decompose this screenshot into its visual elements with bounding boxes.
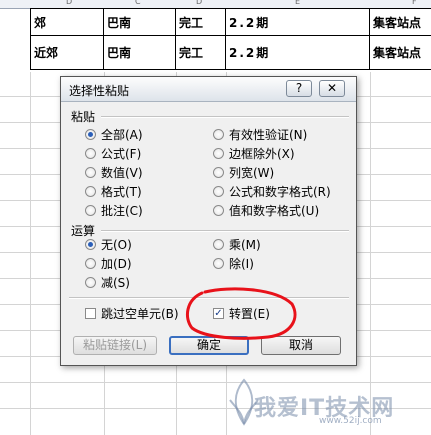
cell-r2-district[interactable]: 近郊 <box>30 36 104 70</box>
radio-paste-formats[interactable]: 格式(T) <box>85 183 142 199</box>
column-letter: E <box>295 0 301 6</box>
column-letter: C <box>135 0 141 6</box>
radio-icon <box>85 276 96 288</box>
radio-label: 减(S) <box>101 275 130 290</box>
radio-label: 值和数字格式(U) <box>229 203 320 218</box>
skip-blanks-checkbox[interactable]: 跳过空单元(B) <box>85 305 179 321</box>
radio-label: 全部(A) <box>101 127 143 142</box>
dialog-title: 选择性粘贴 <box>69 84 130 98</box>
gridline <box>0 382 431 383</box>
radio-icon <box>85 166 96 178</box>
column-letter: D <box>66 0 73 6</box>
radio-label: 数值(V) <box>101 165 143 180</box>
radio-label: 公式(F) <box>101 146 142 161</box>
radio-op-none[interactable]: 无(O) <box>85 236 132 252</box>
radio-paste-values-numbers[interactable]: 值和数字格式(U) <box>213 202 319 218</box>
radio-icon <box>85 204 96 216</box>
cell-r2-type[interactable]: 集客站点 <box>370 36 431 70</box>
radio-icon <box>213 166 224 178</box>
radio-paste-formulas-numbers[interactable]: 公式和数字格式(R) <box>213 183 331 199</box>
radio-paste-except-borders[interactable]: 边框除外(X) <box>213 145 295 161</box>
radio-label: 公式和数字格式(R) <box>229 184 331 199</box>
gridline <box>30 72 31 435</box>
divider <box>101 116 349 118</box>
paste-special-dialog: 选择性粘贴 ? ✕ 粘贴 全部(A) 公式(F) 数值(V) 格式(T) 批注(… <box>60 76 357 366</box>
radio-label: 列宽(W) <box>229 165 275 180</box>
cell-r1-type[interactable]: 集客站点 <box>370 8 431 36</box>
radio-label: 批注(C) <box>101 203 143 218</box>
gridline <box>0 408 431 409</box>
radio-op-multiply[interactable]: 乘(M) <box>213 236 261 252</box>
radio-icon <box>85 147 96 159</box>
cell-r1-area[interactable]: 巴南 <box>104 8 176 36</box>
column-letter: D <box>196 0 203 6</box>
checkbox-icon <box>85 307 96 319</box>
radio-label: 有效性验证(N) <box>229 127 308 142</box>
radio-icon <box>213 185 224 197</box>
checkbox-label: 转置(E) <box>229 306 270 321</box>
paste-group-label: 粘贴 <box>71 110 96 124</box>
radio-op-divide[interactable]: 除(I) <box>213 255 254 271</box>
radio-label: 格式(T) <box>101 184 142 199</box>
help-button[interactable]: ? <box>286 80 312 97</box>
checkbox-label: 跳过空单元(B) <box>101 306 179 321</box>
radio-paste-comments[interactable]: 批注(C) <box>85 202 143 218</box>
checkmark-icon: ✓ <box>213 307 224 319</box>
radio-label: 除(I) <box>229 256 254 271</box>
radio-paste-all[interactable]: 全部(A) <box>85 126 143 142</box>
close-button[interactable]: ✕ <box>319 80 345 97</box>
dialog-titlebar[interactable]: 选择性粘贴 ? ✕ <box>61 77 356 102</box>
cell-r2-phase[interactable]: 2.2期 <box>226 36 370 70</box>
radio-paste-validation[interactable]: 有效性验证(N) <box>213 126 307 142</box>
radio-icon <box>213 147 224 159</box>
radio-op-add[interactable]: 加(D) <box>85 255 132 271</box>
ok-button[interactable]: 确定 <box>169 336 249 355</box>
cell-r1-district[interactable]: 郊 <box>30 8 104 36</box>
cell-r2-area[interactable]: 巴南 <box>104 36 176 70</box>
radio-label: 无(O) <box>101 237 132 252</box>
gridline <box>370 72 371 435</box>
radio-icon <box>213 204 224 216</box>
radio-icon <box>213 257 224 269</box>
radio-label: 加(D) <box>101 256 132 271</box>
column-letter: F <box>412 0 417 6</box>
cell-r2-status[interactable]: 完工 <box>176 36 226 70</box>
radio-label: 乘(M) <box>229 237 261 252</box>
cell-r1-status[interactable]: 完工 <box>176 8 226 36</box>
radio-label: 边框除外(X) <box>229 146 295 161</box>
radio-selected-icon <box>85 238 96 250</box>
divider <box>69 297 349 299</box>
cancel-button[interactable]: 取消 <box>261 336 341 355</box>
close-icon: ✕ <box>326 81 338 95</box>
radio-op-subtract[interactable]: 减(S) <box>85 274 130 290</box>
radio-icon <box>213 128 224 140</box>
radio-paste-formulas[interactable]: 公式(F) <box>85 145 141 161</box>
radio-icon <box>213 238 224 250</box>
transpose-checkbox[interactable]: ✓ 转置(E) <box>213 305 270 321</box>
radio-icon <box>85 257 96 269</box>
paste-link-button[interactable]: 粘贴链接(L) <box>73 336 157 355</box>
radio-paste-column-widths[interactable]: 列宽(W) <box>213 164 274 180</box>
cell-r1-phase[interactable]: 2.2期 <box>226 8 370 36</box>
help-icon: ? <box>295 81 303 95</box>
divider <box>101 230 349 232</box>
radio-selected-icon <box>85 128 96 140</box>
radio-paste-values[interactable]: 数值(V) <box>85 164 143 180</box>
radio-icon <box>85 185 96 197</box>
